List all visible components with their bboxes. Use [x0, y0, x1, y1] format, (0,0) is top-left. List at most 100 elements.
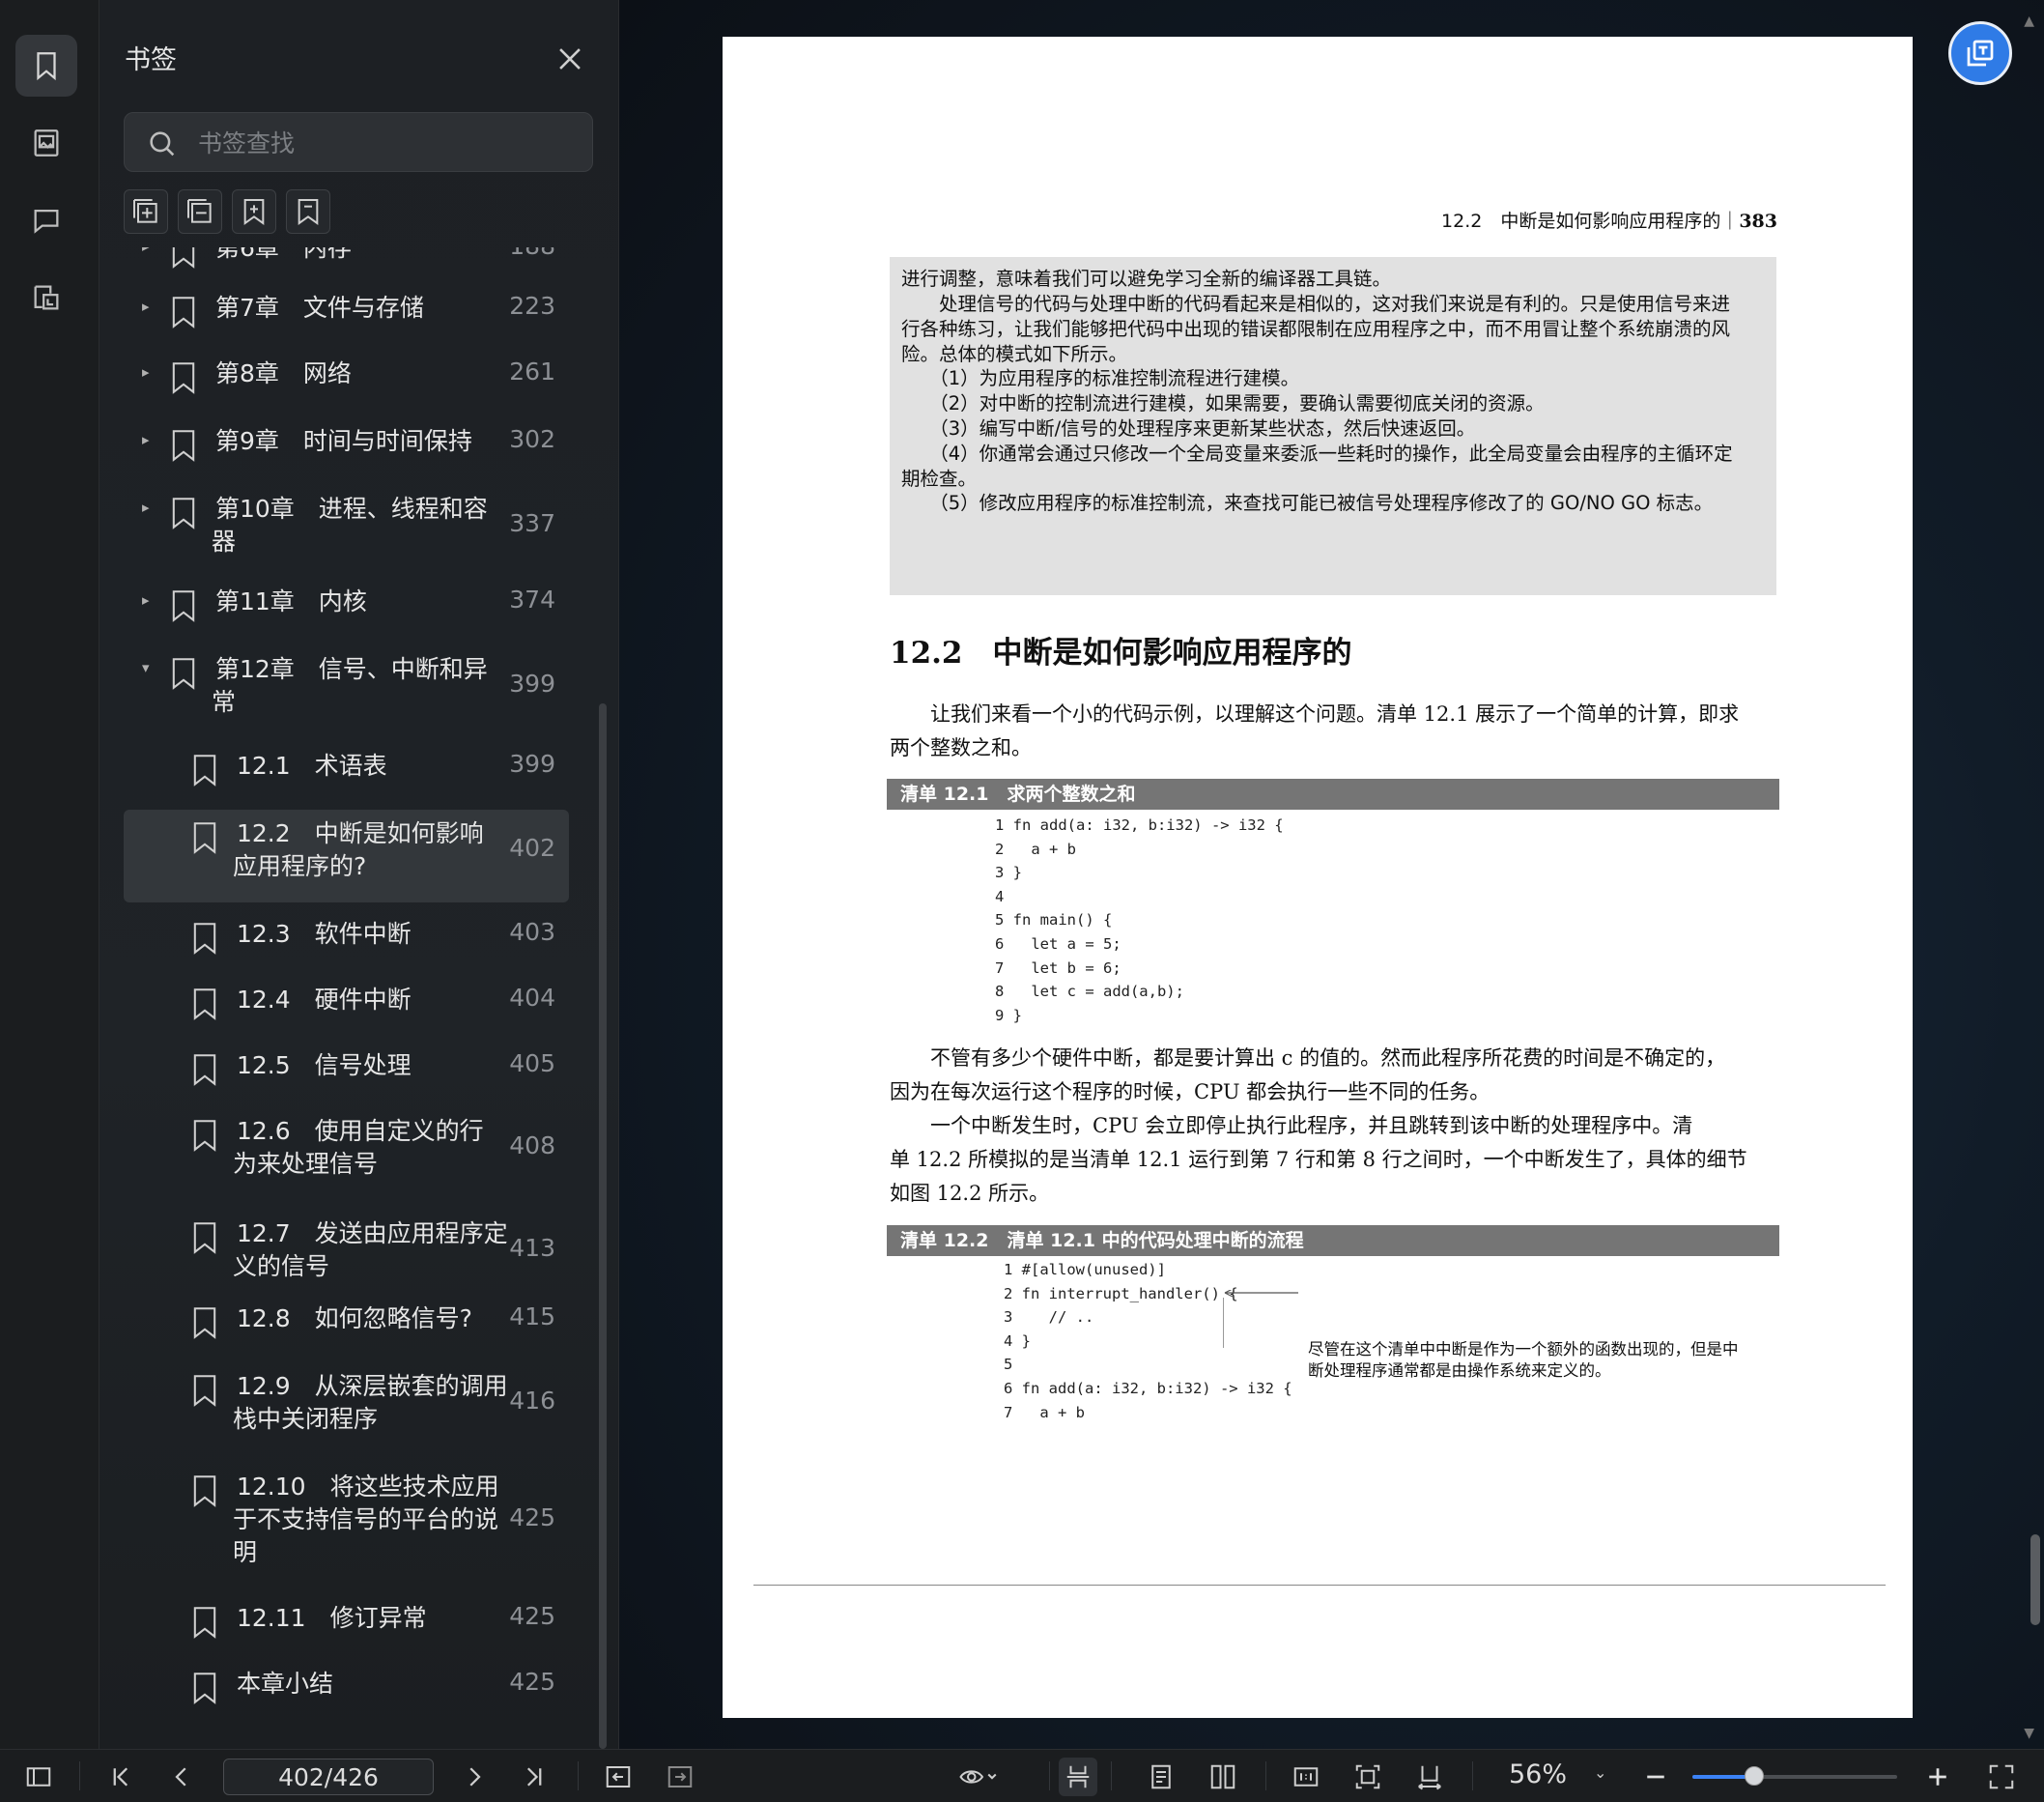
bookmark-label: 第7章 文件与存储 — [215, 294, 424, 322]
bookmark-label: 第8章 网络 — [215, 359, 352, 387]
bookmark-item[interactable]: 12.8 如何忽略信号? 415 — [124, 1295, 569, 1349]
actual-size-button[interactable] — [1287, 1758, 1325, 1796]
expand-all-button[interactable] — [124, 189, 168, 234]
bookmark-item[interactable]: ▾ 第12章 信号、中断和异常 399 — [124, 645, 569, 725]
caret-right-icon[interactable]: ▸ — [142, 431, 150, 448]
bookmark-item[interactable]: 12.9 从深层嵌套的调用 栈中关闭程序 416 — [124, 1362, 569, 1442]
panel-title: 书签 — [125, 45, 177, 75]
bookmark-label: 于不支持信号的平台的说 — [233, 1505, 499, 1533]
bookmark-item[interactable]: 12.5 信号处理 405 — [124, 1042, 569, 1096]
bookmark-icon — [191, 1221, 218, 1254]
scroll-down-arrow[interactable]: ▼ — [2024, 1726, 2034, 1741]
bookmark-item[interactable]: ▸ 第10章 进程、线程和容器 337 — [124, 485, 569, 564]
separator — [1049, 1761, 1050, 1790]
annotations-tab[interactable] — [15, 267, 77, 329]
translate-button[interactable] — [1948, 21, 2012, 85]
bookmark-label: 第9章 时间与时间保持 — [215, 427, 472, 455]
annotation-arrow — [1223, 1290, 1298, 1348]
caret-right-icon[interactable]: ▸ — [142, 363, 150, 381]
bookmark-page-number: 425 — [509, 1503, 555, 1531]
close-icon[interactable] — [554, 43, 586, 75]
bookmark-item[interactable]: 12.4 硬件中断 404 — [124, 976, 569, 1030]
next-page-button[interactable] — [455, 1758, 494, 1796]
bookmark-outline-icon — [298, 199, 319, 225]
bookmark-page-number: 374 — [509, 586, 555, 614]
continuous-scroll-icon — [1066, 1765, 1090, 1788]
collapse-all-button[interactable] — [178, 189, 222, 234]
bookmark-button[interactable] — [286, 189, 330, 234]
minus-icon — [1647, 1775, 1664, 1779]
bookmark-label: 12.9 从深层嵌套的调用 — [237, 1372, 508, 1400]
comments-tab[interactable] — [15, 189, 77, 251]
bookmark-item[interactable]: 12.10 将这些技术应用 于不支持信号的平台的说明 425 — [124, 1463, 569, 1571]
bookmark-item[interactable]: 12.3 软件中断 403 — [124, 910, 569, 964]
single-page-icon — [1151, 1764, 1171, 1789]
bookmark-item[interactable]: 12.11 修订异常 425 — [124, 1594, 569, 1648]
caret-right-icon[interactable]: ▸ — [142, 247, 150, 255]
eye-icon — [959, 1770, 997, 1784]
toggle-sidebar-button[interactable] — [19, 1758, 58, 1796]
document-view[interactable]: 12.2 中断是如何影响应用程序的｜383 进行调整，意味着我们可以避免学习全新… — [619, 0, 2044, 1749]
bookmark-page-number: 399 — [509, 670, 555, 698]
search-input[interactable] — [196, 113, 577, 173]
zoom-out-button[interactable] — [1636, 1758, 1675, 1796]
two-page-button[interactable] — [1204, 1758, 1242, 1796]
caret-right-icon[interactable]: ▸ — [142, 591, 150, 609]
caret-right-icon[interactable]: ▸ — [142, 499, 150, 516]
bookmark-page-number: 302 — [509, 425, 555, 453]
bookmark-item[interactable]: 本章小结 425 — [124, 1660, 569, 1714]
bookmark-icon — [191, 987, 218, 1020]
bookmark-page-number: 425 — [509, 1668, 555, 1696]
bookmarks-tab[interactable] — [15, 35, 77, 97]
caret-down-icon[interactable]: ▾ — [142, 659, 150, 676]
single-page-button[interactable] — [1142, 1758, 1180, 1796]
view-mode-button[interactable] — [949, 1758, 1007, 1796]
zoom-slider[interactable] — [1692, 1766, 1897, 1786]
bookmark-page-number: 337 — [509, 509, 555, 537]
zoom-slider-handle[interactable] — [1744, 1766, 1764, 1786]
zoom-in-button[interactable] — [1918, 1758, 1957, 1796]
fit-width-button[interactable] — [1410, 1758, 1449, 1796]
bookmark-item[interactable]: 12.7 发送由应用程序定 义的信号 413 — [124, 1210, 569, 1289]
last-page-button[interactable] — [515, 1758, 554, 1796]
bookmark-item[interactable]: ▸ 第11章 内核 374 — [124, 578, 569, 632]
summary-line: （2）对中断的控制流进行建模，如果需要，要确认需要彻底关闭的资源。 — [901, 392, 1545, 415]
thumbnails-tab[interactable] — [15, 112, 77, 174]
bookmark-page-number: 405 — [509, 1049, 555, 1077]
chevron-down-icon[interactable]: ⌄ — [1594, 1763, 1606, 1782]
chevron-left-icon — [175, 1767, 186, 1787]
forward-button[interactable] — [661, 1758, 699, 1796]
bookmark-icon — [170, 657, 197, 690]
bookmark-item[interactable]: ▸ 第9章 时间与时间保持 302 — [124, 417, 569, 472]
panel-scrollbar[interactable] — [599, 703, 607, 1749]
bookmark-item[interactable]: 12.1 术语表 399 — [124, 742, 569, 796]
running-head: 12.2 中断是如何影响应用程序的｜383 — [1441, 207, 1777, 233]
page-indicator[interactable]: 402/426 — [223, 1759, 434, 1795]
bookmark-item[interactable]: 12.6 使用自定义的行 为来处理信号 408 — [124, 1107, 569, 1187]
zoom-level[interactable]: 56% — [1509, 1759, 1567, 1789]
bookmark-item[interactable]: ▸ 第7章 文件与存储 223 — [124, 284, 569, 338]
fit-page-button[interactable] — [1348, 1758, 1387, 1796]
annotation-line-1: 尽管在这个清单中中断是作为一个额外的函数出现的，但是中 — [1308, 1340, 1739, 1359]
summary-box: 进行调整，意味着我们可以避免学习全新的编译器工具链。 处理信号的代码与处理中断的… — [890, 257, 1776, 595]
bookmark-icon — [191, 1606, 218, 1639]
bookmark-search — [124, 112, 593, 173]
bookmark-item[interactable]: ▸ 第6章 内存 188 — [124, 247, 569, 278]
back-button[interactable] — [599, 1758, 638, 1796]
first-page-button[interactable] — [101, 1758, 140, 1796]
fullscreen-button[interactable] — [1982, 1758, 2021, 1796]
bookmark-item[interactable]: 12.2 中断是如何影响 应用程序的? 402 — [124, 810, 569, 902]
document-scrollbar[interactable] — [2030, 1534, 2040, 1625]
previous-page-button[interactable] — [162, 1758, 201, 1796]
bookmark-item[interactable]: ▸ 第8章 网络 261 — [124, 350, 569, 404]
add-bookmark-button[interactable] — [232, 189, 276, 234]
summary-line: （4）你通常会通过只修改一个全局变量来委派一些耗时的操作，此全局变量会由程序的主… — [901, 443, 1733, 465]
fit-width-icon — [1418, 1765, 1441, 1790]
sidebar-icon — [26, 1767, 51, 1787]
bookmark-label: 栈中关闭程序 — [233, 1405, 379, 1433]
continuous-scroll-button[interactable] — [1059, 1758, 1097, 1796]
bookmark-icon — [191, 1306, 218, 1339]
summary-line: 处理信号的代码与处理中断的代码看起来是相似的，这对我们来说是有利的。只是使用信号… — [901, 293, 1731, 315]
caret-right-icon[interactable]: ▸ — [142, 298, 150, 315]
scroll-up-arrow[interactable]: ▲ — [2024, 14, 2034, 29]
